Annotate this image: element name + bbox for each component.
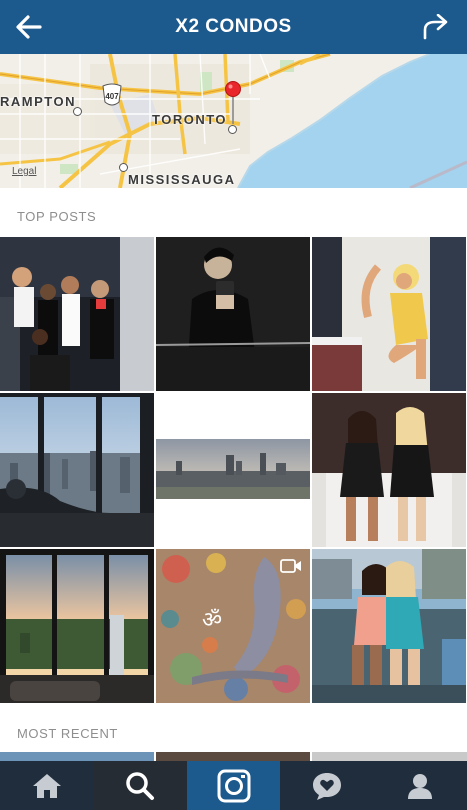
- app-header: X2 CONDOS: [0, 0, 467, 54]
- post-mirror-selfie[interactable]: [156, 237, 310, 391]
- highway-number: 407: [105, 92, 119, 101]
- post-sunset-window[interactable]: [0, 549, 154, 703]
- highway-shield-icon: 407: [102, 83, 122, 106]
- back-arrow-icon[interactable]: [14, 13, 44, 41]
- map-pin-icon[interactable]: [224, 80, 242, 126]
- om-symbol: ॐ: [202, 608, 222, 633]
- tab-activity[interactable]: [280, 761, 373, 810]
- most-recent-heading: MOST RECENT: [17, 726, 118, 741]
- city-dot-icon: [119, 163, 128, 172]
- post-rooftop-friends[interactable]: [312, 549, 466, 703]
- post-yellow-costume[interactable]: [312, 237, 466, 391]
- city-dot-icon: [228, 125, 237, 134]
- page-title: X2 CONDOS: [175, 16, 292, 37]
- post-skyline-panorama[interactable]: [156, 393, 310, 547]
- tab-profile[interactable]: [374, 761, 467, 810]
- map-label-toronto: TORONTO: [152, 112, 228, 127]
- heart-bubble-icon: [312, 772, 341, 800]
- home-icon: [32, 773, 61, 798]
- tab-camera[interactable]: [186, 761, 281, 810]
- video-camera-icon: [280, 559, 301, 573]
- map-label-brampton: RAMPTON: [0, 94, 76, 109]
- camera-icon: [217, 769, 251, 802]
- tab-search[interactable]: [93, 761, 187, 810]
- bottom-tab-bar: [0, 761, 467, 810]
- city-dot-icon: [73, 107, 82, 116]
- post-group-night-party[interactable]: [0, 237, 154, 391]
- post-window-silhouette[interactable]: [0, 393, 154, 547]
- top-posts-grid: ॐ: [0, 237, 467, 705]
- top-posts-heading: TOP POSTS: [17, 209, 97, 224]
- tab-home[interactable]: [0, 761, 93, 810]
- share-icon[interactable]: [421, 14, 449, 40]
- profile-icon: [408, 773, 433, 799]
- search-icon: [126, 771, 155, 800]
- map-legal-link[interactable]: Legal: [12, 166, 36, 177]
- post-om-painting[interactable]: ॐ: [156, 549, 310, 703]
- map-label-mississauga: MISSISSAUGA: [128, 172, 236, 187]
- post-two-women-chair[interactable]: [312, 393, 466, 547]
- location-map[interactable]: 407 RAMPTON TORONTO MISSISSAUGA Legal: [0, 54, 467, 188]
